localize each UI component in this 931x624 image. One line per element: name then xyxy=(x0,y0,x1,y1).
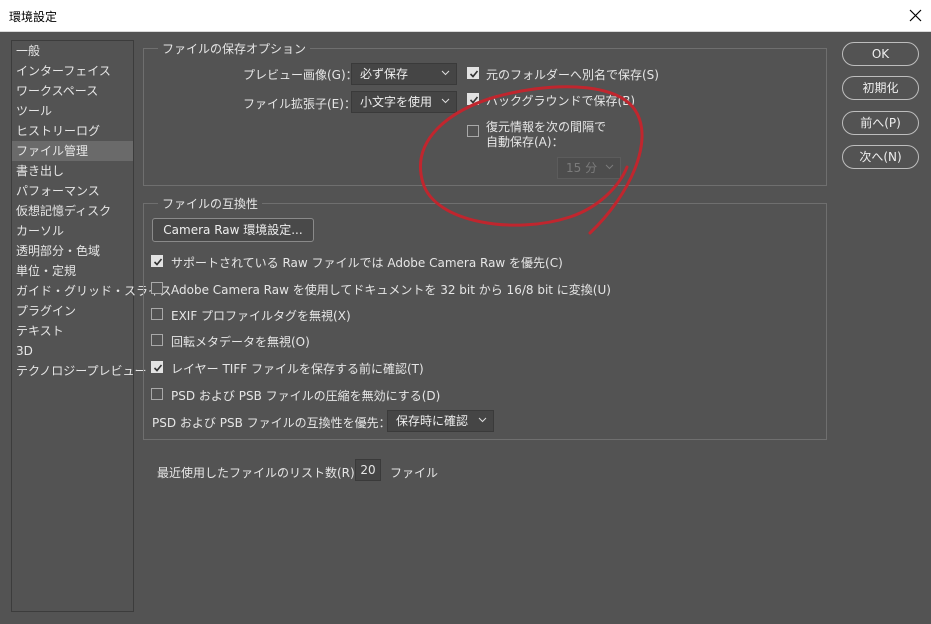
sidebar-item-tools[interactable]: ツール xyxy=(12,101,133,121)
sidebar-item-type[interactable]: テキスト xyxy=(12,321,133,341)
chevron-down-icon xyxy=(478,417,487,423)
psd-compatibility-label: PSD および PSB ファイルの互換性を優先： xyxy=(152,416,391,430)
ask-layered-tiff-checkbox[interactable] xyxy=(151,361,163,373)
sidebar-item-interface[interactable]: インターフェイス xyxy=(12,61,133,81)
compatibility-legend: ファイルの互換性 xyxy=(158,195,263,212)
category-list: 一般 インターフェイス ワークスペース ツール ヒストリーログ ファイル管理 書… xyxy=(11,40,172,612)
reset-button[interactable]: 初期化 xyxy=(842,76,919,100)
sidebar-item-cursors[interactable]: カーソル xyxy=(12,221,133,241)
title-bar: 環境設定 xyxy=(0,0,931,32)
background-save-label[interactable]: バックグラウンドで保存(B) xyxy=(486,92,635,109)
sidebar-item-transparency-gamut[interactable]: 透明部分・色域 xyxy=(12,241,133,261)
sidebar-item-technology-previews[interactable]: テクノロジープレビュー xyxy=(12,361,147,381)
convert-32bit-label[interactable]: Adobe Camera Raw を使用してドキュメントを 32 bit から … xyxy=(171,281,611,298)
preview-select[interactable]: 必ず保存 xyxy=(351,63,457,85)
chevron-down-icon xyxy=(605,164,614,170)
preview-label: プレビュー画像(G)： xyxy=(243,68,358,82)
ignore-exif-label[interactable]: EXIF プロファイルタグを無視(X) xyxy=(171,307,351,324)
checkmark-icon xyxy=(469,96,479,104)
close-icon xyxy=(909,9,922,22)
next-button[interactable]: 次へ(N) xyxy=(842,145,919,169)
sidebar-item-scratch-disks[interactable]: 仮想記憶ディスク xyxy=(12,201,133,221)
psd-compatibility-select[interactable]: 保存時に確認 xyxy=(387,410,494,432)
sidebar-item-general[interactable]: 一般 xyxy=(12,41,133,61)
prefer-camera-raw-checkbox[interactable] xyxy=(151,255,163,267)
psd-compatibility-value: 保存時に確認 xyxy=(396,414,469,428)
extension-select-value: 小文字を使用 xyxy=(360,95,433,109)
prefer-camera-raw-label[interactable]: サポートされている Raw ファイルでは Adobe Camera Raw を優… xyxy=(171,254,563,271)
disable-psd-compression-label[interactable]: PSD および PSB ファイルの圧縮を無効にする(D) xyxy=(171,387,440,404)
sidebar-item-workspace[interactable]: ワークスペース xyxy=(12,81,133,101)
save-options-legend: ファイルの保存オプション xyxy=(158,40,311,57)
camera-raw-preferences-button[interactable]: Camera Raw 環境設定... xyxy=(152,218,314,242)
extension-label: ファイル拡張子(E)： xyxy=(243,97,356,111)
sidebar-item-export[interactable]: 書き出し xyxy=(12,161,133,181)
checkmark-icon xyxy=(153,258,163,266)
auto-save-checkbox[interactable] xyxy=(467,125,479,137)
sidebar-item-performance[interactable]: パフォーマンス xyxy=(12,181,133,201)
preview-select-value: 必ず保存 xyxy=(360,67,409,81)
ignore-rotation-checkbox[interactable] xyxy=(151,334,163,346)
prev-button[interactable]: 前へ(P) xyxy=(842,111,919,135)
auto-save-interval-select[interactable]: 15 分 xyxy=(557,157,621,179)
sidebar-item-guides-grid-slices[interactable]: ガイド・グリッド・スライス xyxy=(12,281,172,301)
close-button[interactable] xyxy=(900,0,931,31)
sidebar-item-plugins[interactable]: プラグイン xyxy=(12,301,133,321)
window-title: 環境設定 xyxy=(9,10,58,24)
sidebar-item-3d[interactable]: 3D xyxy=(12,341,133,361)
auto-save-interval-value: 15 分 xyxy=(566,161,598,175)
sidebar-item-file-handling[interactable]: ファイル管理 xyxy=(12,141,133,161)
chevron-down-icon xyxy=(441,98,450,104)
chevron-down-icon xyxy=(441,70,450,76)
ignore-exif-checkbox[interactable] xyxy=(151,308,163,320)
recent-files-unit: ファイル xyxy=(390,466,439,480)
sidebar-item-history-log[interactable]: ヒストリーログ xyxy=(12,121,133,141)
background-save-checkbox[interactable] xyxy=(467,93,479,105)
checkmark-icon xyxy=(469,70,479,78)
recent-files-label: 最近使用したファイルのリスト数(R)： xyxy=(157,466,367,480)
ignore-rotation-label[interactable]: 回転メタデータを無視(O) xyxy=(171,333,310,350)
ok-button[interactable]: OK xyxy=(842,42,919,66)
extension-select[interactable]: 小文字を使用 xyxy=(351,91,457,113)
ask-layered-tiff-label[interactable]: レイヤー TIFF ファイルを保存する前に確認(T) xyxy=(171,360,424,377)
recent-files-input[interactable]: 20 xyxy=(355,459,381,481)
sidebar-item-units-rulers[interactable]: 単位・定規 xyxy=(12,261,133,281)
checkmark-icon xyxy=(153,364,163,372)
convert-32bit-checkbox[interactable] xyxy=(151,282,163,294)
save-as-original-label[interactable]: 元のフォルダーへ別名で保存(S) xyxy=(486,66,659,83)
save-as-original-checkbox[interactable] xyxy=(467,67,479,79)
disable-psd-compression-checkbox[interactable] xyxy=(151,388,163,400)
auto-save-label-line2[interactable]: 自動保存(A)： xyxy=(486,133,564,150)
